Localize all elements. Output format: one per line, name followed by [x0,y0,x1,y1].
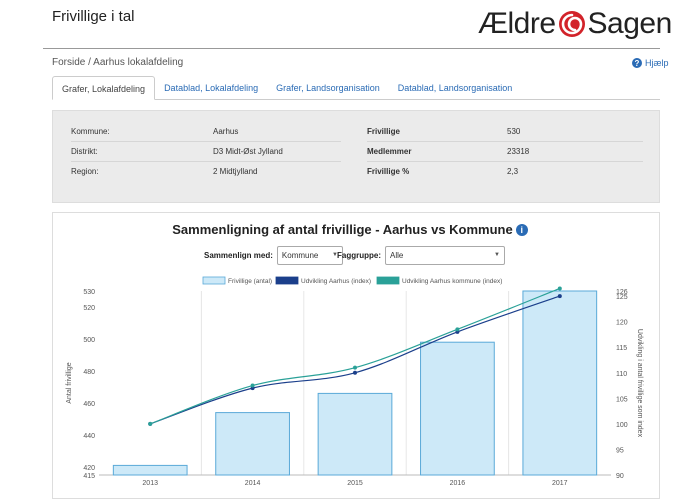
info-label: Medlemmer [367,147,412,156]
info-row-kommune: Kommune: Aarhus [71,121,341,141]
help-link[interactable]: ? Hjælp [632,58,669,68]
breadcrumb-home[interactable]: Forside [52,57,85,68]
chevron-down-icon: ▼ [494,252,500,258]
info-panel: Kommune: Aarhus Distrikt: D3 Midt-Øst Jy… [52,110,660,203]
info-value: Aarhus [213,126,239,136]
info-label: Frivillige [367,126,400,136]
info-label: Frivillige % [367,167,410,176]
compare-value: Kommune [281,250,319,260]
info-label: Kommune: [71,126,110,136]
info-value: 2 Midtjylland [213,167,258,176]
logo-swirl-icon [558,11,585,37]
logo-text-left: Ældre [478,7,556,40]
help-icon: ? [632,58,642,68]
info-row-medlemmer: Medlemmer 23318 [367,141,643,161]
info-label: Distrikt: [71,147,98,156]
tab-grafer-landsorganisation[interactable]: Grafer, Landsorganisation [267,76,389,100]
info-value: 2,3 [507,167,519,176]
chart-title: Sammenligning af antal frivillige - Aarh… [0,222,700,237]
info-value: D3 Midt-Øst Jylland [213,147,283,156]
info-row-frivillige: Frivillige 530 [367,121,643,141]
compare-select[interactable]: Kommune ▼ [276,245,343,265]
logo-text-right: Sagen [587,7,673,40]
compare-filter: Sammenlign med: Kommune ▼ [204,245,343,265]
aeldre-sagen-logo[interactable]: Ældre Sagen [478,6,672,42]
info-row-distrikt: Distrikt: D3 Midt-Øst Jylland [71,141,341,161]
breadcrumb: Forside / Aarhus lokalafdeling [52,57,183,68]
compare-label: Sammenlign med: [204,250,273,260]
info-row-region: Region: 2 Midtjylland [71,161,341,181]
tab-bar: Grafer, Lokalafdeling Datablad, Lokalafd… [52,76,660,100]
info-value: 23318 [507,147,530,156]
chart-title-text: Sammenligning af antal frivillige - Aarh… [172,222,513,237]
tab-datablad-landsorganisation[interactable]: Datablad, Landsorganisation [389,76,522,100]
tab-grafer-lokalafdeling[interactable]: Grafer, Lokalafdeling [52,76,156,100]
group-select[interactable]: Alle ▼ [385,245,505,265]
group-label: Faggruppe: [337,250,381,260]
info-row-frivillige-pct: Frivillige % 2,3 [367,161,643,181]
help-label: Hjælp [645,58,669,68]
tab-datablad-lokalafdeling[interactable]: Datablad, Lokalafdeling [155,76,267,100]
header-divider [43,48,660,49]
breadcrumb-current: Aarhus lokalafdeling [93,57,184,68]
breadcrumb-separator: / [85,57,94,68]
group-value: Alle [390,250,404,260]
info-label: Region: [71,167,99,176]
group-filter: Faggruppe: Alle ▼ [337,245,505,265]
app-title: Frivillige i tal [52,8,135,25]
info-value: 530 [507,126,521,136]
info-icon[interactable]: i [515,224,528,236]
